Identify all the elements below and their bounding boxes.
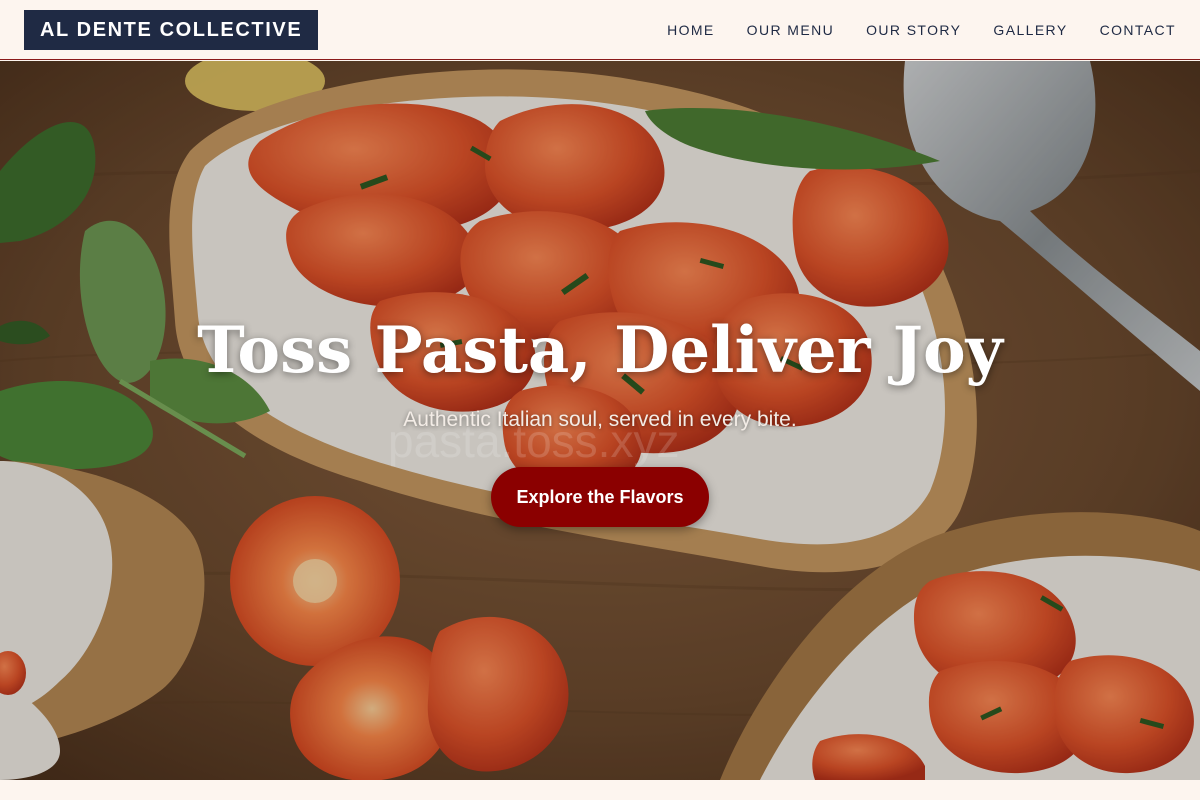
nav-link-our-menu[interactable]: OUR MENU (747, 22, 834, 38)
hero-title: Toss Pasta, Deliver Joy (197, 313, 1003, 388)
page-bottom-strip (0, 780, 1200, 800)
hero-subtitle: Authentic Italian soul, served in every … (403, 408, 797, 431)
nav-link-gallery[interactable]: GALLERY (993, 22, 1067, 38)
site-logo[interactable]: AL DENTE COLLECTIVE (24, 10, 319, 50)
site-header: AL DENTE COLLECTIVE HOME OUR MENU OUR ST… (0, 0, 1200, 60)
nav-link-home[interactable]: HOME (667, 22, 715, 38)
hero-section: Toss Pasta, Deliver Joy pasta.toss.xyz A… (0, 61, 1200, 780)
explore-flavors-button[interactable]: Explore the Flavors (491, 467, 709, 527)
nav-link-contact[interactable]: CONTACT (1100, 22, 1176, 38)
main-nav: HOME OUR MENU OUR STORY GALLERY CONTACT (667, 0, 1176, 60)
nav-link-our-story[interactable]: OUR STORY (866, 22, 961, 38)
